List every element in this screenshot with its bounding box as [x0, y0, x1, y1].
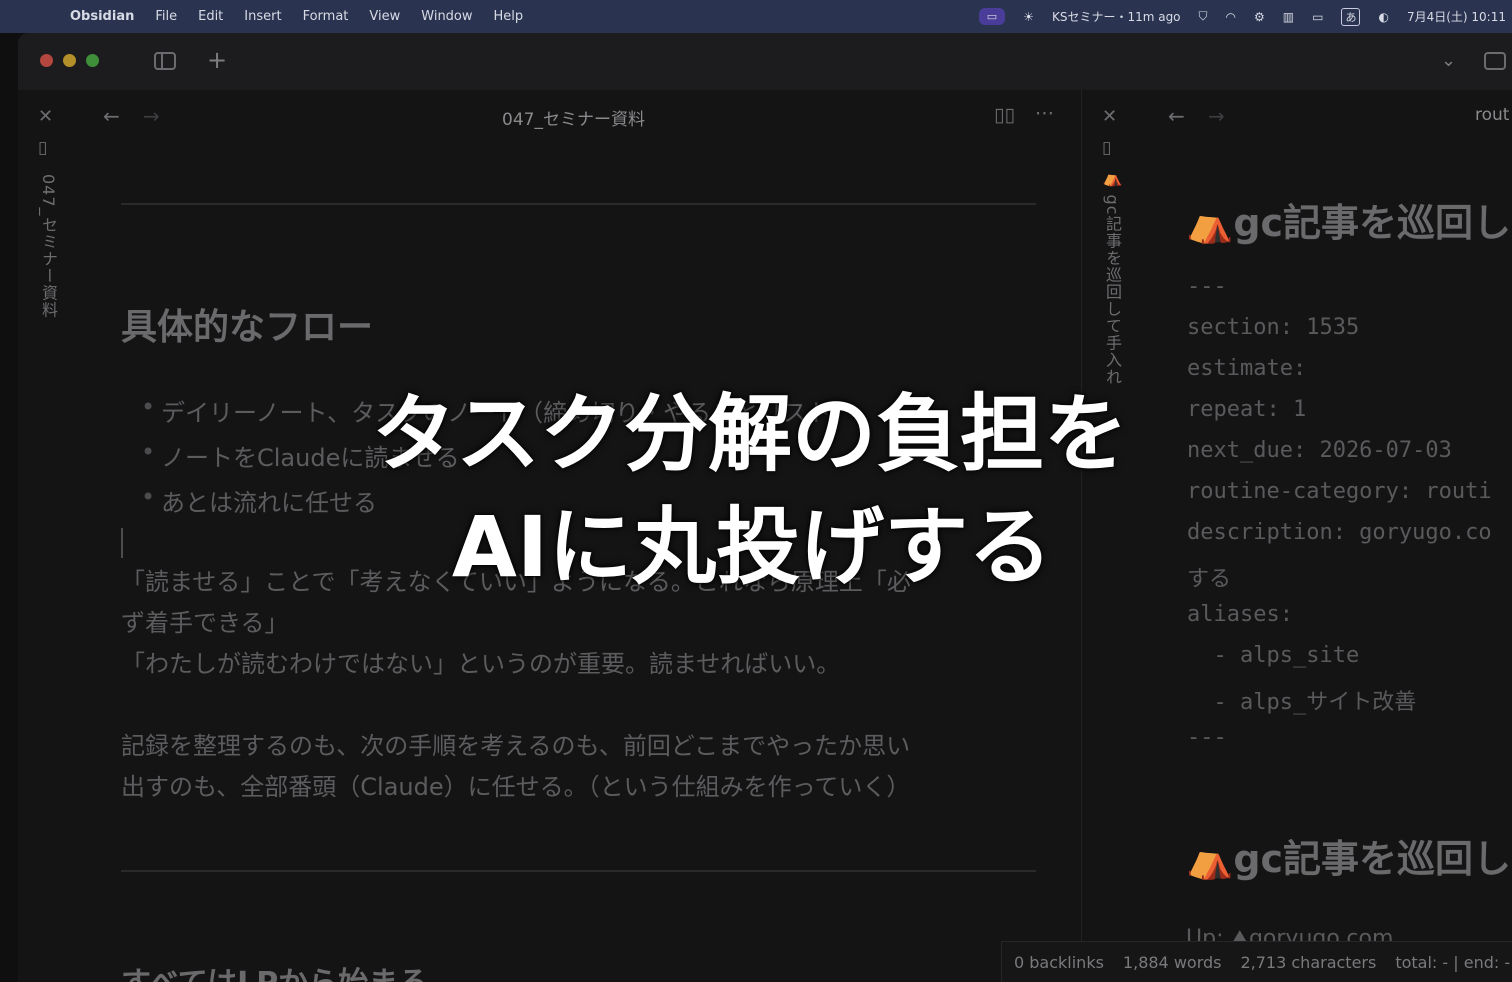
chevron-down-icon[interactable]: ⌄ — [1441, 50, 1456, 71]
reading-view-icon[interactable]: ▯▯ — [994, 104, 1015, 126]
close-window-button[interactable] — [40, 54, 53, 67]
forward-arrow-icon[interactable]: → — [143, 104, 160, 128]
frontmatter-line: aliases: — [1187, 602, 1293, 627]
close-icon[interactable]: ✕ — [38, 106, 53, 127]
control-center-icon[interactable]: ◐ — [1378, 10, 1388, 24]
status-bar: 0 backlinks 1,884 words 2,713 characters… — [1001, 941, 1512, 982]
gear-icon[interactable]: ⚙ — [1254, 10, 1265, 24]
menu-bar: Obsidian File Edit Insert Format View Wi… — [0, 0, 1512, 33]
battery-icon[interactable]: ▭ — [1312, 10, 1323, 24]
minimize-window-button[interactable] — [63, 54, 76, 67]
input-source-indicator[interactable]: あ — [1341, 7, 1361, 26]
clock[interactable]: 7月4日(土) 10:11 — [1407, 8, 1506, 25]
menu-edit[interactable]: Edit — [198, 9, 223, 24]
new-tab-icon[interactable]: + — [207, 46, 227, 74]
close-icon[interactable]: ✕ — [1102, 106, 1117, 127]
word-count: 1,884 words — [1122, 952, 1222, 972]
caption-line-2: AIに丸投げする — [451, 498, 1053, 596]
back-arrow-icon[interactable]: ← — [1168, 104, 1185, 128]
forward-arrow-icon[interactable]: → — [1208, 104, 1225, 128]
menu-view[interactable]: View — [369, 9, 400, 24]
paragraph-line: 記録を整理するのも、次の手順を考えるのも、前回どこまでやったか思い — [121, 732, 911, 760]
frontmatter-line: - alps_サイト改善 — [1187, 690, 1417, 715]
title-bar: + ⌄ — [18, 33, 1512, 90]
note-heading: ⛺gc記事を巡回し — [1186, 837, 1512, 881]
timer-status: total: - | end: - — [1395, 952, 1511, 972]
stacked-tab-title[interactable]: ⛺gc記事を巡回して手入れ — [1100, 174, 1124, 385]
caption-line-1: タスク分解の負担を — [371, 385, 1128, 483]
wifi-icon[interactable]: ◠ — [1226, 10, 1236, 24]
menu-window[interactable]: Window — [421, 9, 472, 24]
section-heading: 具体的なフロー — [121, 307, 374, 348]
left-sidebar-toggle-icon[interactable] — [154, 52, 176, 70]
paragraph-line: 「わたしが読むわけではない」というのが重要。読ませればいい。 — [121, 650, 841, 678]
divider — [121, 203, 1036, 205]
divider — [121, 870, 1036, 872]
note-title[interactable]: 047_セミナー資料 — [502, 105, 645, 130]
next-section-heading: すべてはLPから始まる — [121, 958, 428, 982]
menu-bar-status-area: ▭ ☀ KSセミナー・11m ago ⛉ ◠ ⚙ ▥ ▭ あ ◐ 7月4日(土)… — [978, 0, 1512, 33]
right-sidebar-toggle-icon[interactable] — [1484, 52, 1506, 70]
backlinks-count[interactable]: 0 backlinks — [1014, 953, 1104, 972]
bars-icon[interactable]: ▥ — [1283, 10, 1294, 24]
menu-file[interactable]: File — [155, 9, 177, 24]
shield-icon[interactable]: ⛉ — [1199, 9, 1208, 24]
file-icon[interactable]: ▯ — [38, 138, 47, 158]
frontmatter-line: section: 1535 — [1187, 315, 1360, 340]
screen-record-icon[interactable]: ▭ — [978, 8, 1006, 25]
zoom-window-button[interactable] — [86, 54, 99, 67]
frontmatter-line: estimate: — [1187, 356, 1307, 381]
file-icon[interactable]: ▯ — [1102, 138, 1111, 158]
menu-app-name[interactable]: Obsidian — [70, 9, 134, 24]
stacked-tab-title[interactable]: 047_セミナー資料 — [36, 174, 60, 319]
note-heading: ⛺gc記事を巡回し — [1186, 201, 1512, 245]
menu-help[interactable]: Help — [494, 9, 524, 24]
frontmatter-line: --- — [1187, 725, 1227, 750]
note-title[interactable]: rout — [1475, 105, 1509, 125]
menu-format[interactable]: Format — [303, 9, 349, 24]
paragraph-line: 出すのも、全部番頭（Claude）に任せる。（という仕組みを作っていく） — [121, 773, 911, 801]
paragraph-line: ず着手できる」 — [121, 609, 289, 637]
notification-status[interactable]: KSセミナー・11m ago — [1052, 8, 1181, 25]
frontmatter-line: routine-category: routi — [1187, 479, 1492, 504]
more-options-icon[interactable]: ⋯ — [1035, 102, 1054, 124]
back-arrow-icon[interactable]: ← — [103, 104, 120, 128]
frontmatter-line: - alps_site — [1187, 643, 1360, 668]
brightness-icon[interactable]: ☀ — [1023, 10, 1034, 24]
frontmatter-line: --- — [1187, 274, 1227, 299]
menu-insert[interactable]: Insert — [244, 9, 281, 24]
character-count: 2,713 characters — [1240, 952, 1377, 972]
